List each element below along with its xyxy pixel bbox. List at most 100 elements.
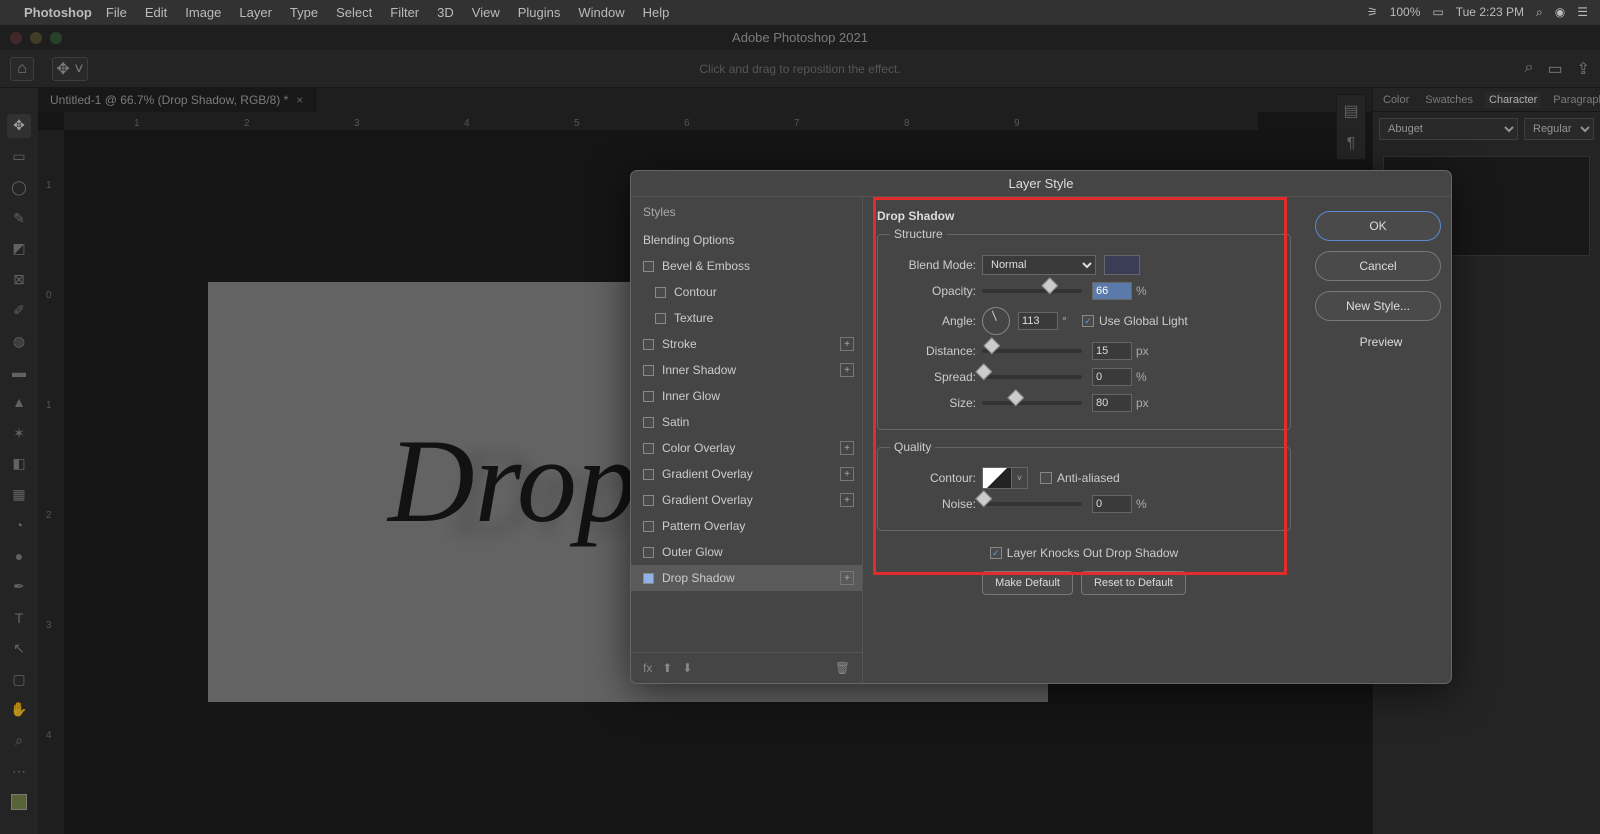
font-family-select[interactable]: Abuget: [1379, 118, 1518, 140]
move-tool[interactable]: ✥: [7, 114, 31, 138]
eyedropper-tool[interactable]: ✐: [7, 298, 31, 322]
menu-window[interactable]: Window: [578, 5, 624, 20]
blur-tool[interactable]: ◔: [7, 514, 31, 538]
style-pattern-overlay[interactable]: Pattern Overlay: [631, 513, 862, 539]
zoom-tool[interactable]: ⌕: [7, 729, 31, 753]
crop-tool[interactable]: ◩: [7, 237, 31, 261]
brush-tool[interactable]: ▬: [7, 360, 31, 384]
knockout-checkbox[interactable]: [990, 547, 1002, 559]
siri-icon[interactable]: ◉: [1555, 5, 1565, 19]
history-brush-tool[interactable]: ✶: [7, 421, 31, 445]
tab-paragraph[interactable]: Paragraph: [1549, 92, 1600, 108]
search-icon[interactable]: ⌕: [1525, 59, 1534, 79]
dock-icon-1[interactable]: ▤: [1343, 101, 1358, 121]
style-outer-glow[interactable]: Outer Glow: [631, 539, 862, 565]
plus-icon[interactable]: +: [840, 493, 854, 507]
color-swatches[interactable]: [7, 790, 31, 814]
blend-mode-select[interactable]: Normal: [982, 255, 1096, 275]
contour-dropdown[interactable]: ˅: [1012, 467, 1028, 489]
menu-view[interactable]: View: [472, 5, 500, 20]
new-style-button[interactable]: New Style...: [1315, 291, 1441, 321]
plus-icon[interactable]: +: [840, 441, 854, 455]
distance-input[interactable]: [1092, 342, 1132, 360]
more-tools[interactable]: ⋯: [7, 759, 31, 783]
dock-icon-2[interactable]: ¶: [1347, 135, 1356, 153]
noise-slider[interactable]: [982, 502, 1082, 506]
wand-tool[interactable]: ✎: [7, 206, 31, 230]
menu-type[interactable]: Type: [290, 5, 318, 20]
frame-tool[interactable]: ⊠: [7, 268, 31, 292]
fg-color-swatch[interactable]: [11, 794, 27, 810]
spread-slider[interactable]: [982, 375, 1082, 379]
menu-layer[interactable]: Layer: [239, 5, 272, 20]
up-arrow-icon[interactable]: ⬆: [662, 661, 672, 675]
style-texture[interactable]: Texture: [631, 305, 862, 331]
style-drop-shadow[interactable]: Drop Shadow+: [631, 565, 862, 591]
menu-plugins[interactable]: Plugins: [518, 5, 561, 20]
workspace-icon[interactable]: ▭: [1547, 59, 1562, 79]
reset-default-button[interactable]: Reset to Default: [1081, 571, 1186, 595]
style-inner-glow[interactable]: Inner Glow: [631, 383, 862, 409]
angle-dial[interactable]: [982, 307, 1010, 335]
heal-tool[interactable]: ◍: [7, 329, 31, 353]
angle-input[interactable]: [1018, 312, 1058, 330]
menu-select[interactable]: Select: [336, 5, 372, 20]
make-default-button[interactable]: Make Default: [982, 571, 1073, 595]
share-icon[interactable]: ⇪: [1577, 59, 1590, 79]
menu-edit[interactable]: Edit: [145, 5, 167, 20]
global-light-checkbox[interactable]: [1082, 315, 1094, 327]
style-gradient-overlay[interactable]: Gradient Overlay+: [631, 461, 862, 487]
dodge-tool[interactable]: ●: [7, 544, 31, 568]
plus-icon[interactable]: +: [840, 467, 854, 481]
style-color-overlay[interactable]: Color Overlay+: [631, 435, 862, 461]
down-arrow-icon[interactable]: ⬇: [682, 661, 692, 675]
font-weight-select[interactable]: Regular: [1524, 118, 1594, 140]
checkbox-checked-icon[interactable]: [643, 573, 654, 584]
document-tab[interactable]: Untitled-1 @ 66.7% (Drop Shadow, RGB/8) …: [38, 88, 316, 112]
style-inner-shadow[interactable]: Inner Shadow+: [631, 357, 862, 383]
tab-swatches[interactable]: Swatches: [1421, 92, 1477, 108]
checkbox-icon[interactable]: [643, 261, 654, 272]
style-contour[interactable]: Contour: [631, 279, 862, 305]
stamp-tool[interactable]: ▲: [7, 391, 31, 415]
style-satin[interactable]: Satin: [631, 409, 862, 435]
cancel-button[interactable]: Cancel: [1315, 251, 1441, 281]
tab-color[interactable]: Color: [1379, 92, 1413, 108]
spread-input[interactable]: [1092, 368, 1132, 386]
shape-tool[interactable]: ▢: [7, 667, 31, 691]
menu-help[interactable]: Help: [643, 5, 670, 20]
style-gradient-overlay-2[interactable]: Gradient Overlay+: [631, 487, 862, 513]
wifi-icon[interactable]: ⚞: [1367, 5, 1378, 19]
home-icon[interactable]: ⌂: [10, 57, 34, 81]
menu-3d[interactable]: 3D: [437, 5, 454, 20]
distance-slider[interactable]: [982, 349, 1082, 353]
minimize-window-button[interactable]: [30, 32, 42, 44]
trash-icon[interactable]: 🗑: [835, 661, 850, 675]
style-blending-options[interactable]: Blending Options: [631, 227, 862, 253]
menu-file[interactable]: File: [106, 5, 127, 20]
fx-icon[interactable]: fx: [643, 661, 652, 675]
app-name[interactable]: Photoshop: [24, 5, 92, 20]
menu-filter[interactable]: Filter: [390, 5, 419, 20]
close-window-button[interactable]: [10, 32, 22, 44]
pen-tool[interactable]: ✒: [7, 575, 31, 599]
eraser-tool[interactable]: ◧: [7, 452, 31, 476]
plus-icon[interactable]: +: [840, 337, 854, 351]
style-stroke[interactable]: Stroke+: [631, 331, 862, 357]
close-tab-icon[interactable]: ×: [296, 93, 303, 107]
plus-icon[interactable]: +: [840, 571, 854, 585]
spotlight-icon[interactable]: ⌕: [1536, 5, 1543, 20]
type-tool[interactable]: T: [7, 606, 31, 630]
size-input[interactable]: [1092, 394, 1132, 412]
menu-image[interactable]: Image: [185, 5, 221, 20]
hand-tool[interactable]: ✋: [7, 698, 31, 722]
path-tool[interactable]: ↖: [7, 636, 31, 660]
size-slider[interactable]: [982, 401, 1082, 405]
style-bevel-emboss[interactable]: Bevel & Emboss: [631, 253, 862, 279]
move-tool-options-icon[interactable]: ✥ ˅: [52, 57, 88, 81]
antialias-checkbox[interactable]: [1040, 472, 1052, 484]
lasso-tool[interactable]: ◯: [7, 175, 31, 199]
tab-character[interactable]: Character: [1485, 92, 1541, 108]
shadow-color-swatch[interactable]: [1104, 255, 1140, 275]
plus-icon[interactable]: +: [840, 363, 854, 377]
